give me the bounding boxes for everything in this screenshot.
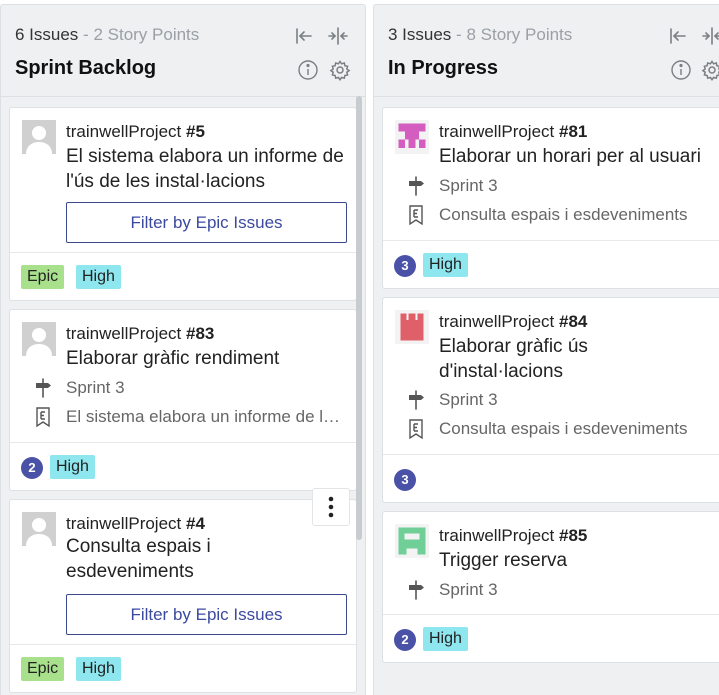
issue-count: 3 Issues <box>388 25 452 44</box>
sprint-label: Sprint 3 <box>66 378 125 397</box>
epic-bookmark-icon <box>32 406 54 428</box>
placeholder-avatar <box>22 512 56 546</box>
story-points-badge: 3 <box>394 469 416 491</box>
info-icon[interactable] <box>670 59 692 81</box>
card-footer: 3 <box>383 454 719 502</box>
placeholder-avatar <box>22 120 56 154</box>
issue-reference[interactable]: trainwellProject #85 <box>439 526 587 546</box>
priority-tag[interactable]: High <box>76 657 121 681</box>
signpost-icon <box>32 377 54 399</box>
issue-card[interactable]: trainwellProject #83 Elaborar gràfic ren… <box>9 309 357 491</box>
story-points-count: 8 Story Points <box>466 25 573 44</box>
epic-bookmark-icon <box>405 204 427 226</box>
identicon-pink <box>395 120 429 154</box>
sprint-row[interactable]: Sprint 3 <box>32 376 352 400</box>
signpost-icon <box>405 175 427 197</box>
epic-row[interactable]: El sistema elabora un informe de l'ús de… <box>32 405 352 429</box>
epic-bookmark-icon <box>405 418 427 440</box>
gear-icon[interactable] <box>701 59 719 81</box>
story-points-badge: 2 <box>21 457 43 479</box>
issue-reference[interactable]: trainwellProject #83 <box>66 324 214 344</box>
issue-title[interactable]: Consulta espais i esdeveniments <box>66 534 266 584</box>
card-footer: Epic High <box>10 644 356 692</box>
sprint-row[interactable]: Sprint 3 <box>405 388 719 412</box>
sprint-label: Sprint 3 <box>439 176 498 195</box>
issue-count: 6 Issues <box>15 25 79 44</box>
issue-number: #4 <box>186 514 205 533</box>
sprint-label: Sprint 3 <box>439 580 498 599</box>
issue-card[interactable]: trainwellProject #5 El sistema elabora u… <box>9 107 357 301</box>
issue-title[interactable]: Elaborar gràfic ús d'instal·lacions <box>439 334 619 384</box>
compress-icon[interactable] <box>701 25 719 47</box>
issue-number: #85 <box>559 526 588 545</box>
priority-tag[interactable]: High <box>50 455 95 479</box>
column-scrollbar[interactable] <box>356 96 362 540</box>
issue-title[interactable]: Elaborar gràfic rendiment <box>66 346 346 371</box>
issue-reference[interactable]: trainwellProject #5 <box>66 122 205 142</box>
issue-number: #5 <box>186 122 205 141</box>
card-footer: Epic High <box>10 252 356 300</box>
epic-label: El sistema elabora un informe de l'ús de… <box>66 407 342 426</box>
epic-tag[interactable]: Epic <box>21 657 65 681</box>
story-points-badge: 3 <box>394 255 416 277</box>
identicon-green <box>395 524 429 558</box>
epic-label: Consulta espais i esdeveniments <box>439 205 688 224</box>
issue-reference[interactable]: trainwellProject #4 <box>66 514 205 534</box>
issue-title[interactable]: Elaborar un horari per al usuari <box>439 144 719 169</box>
collapse-left-icon[interactable] <box>667 25 689 47</box>
signpost-icon <box>405 579 427 601</box>
epic-row[interactable]: Consulta espais i esdeveniments <box>405 417 719 441</box>
issue-card[interactable]: trainwellProject #4 Consulta espais i es… <box>9 499 357 693</box>
sprint-backlog-column: 6 Issues - 2 Story Points Sprint Backlog… <box>0 4 366 695</box>
in-progress-column: 3 Issues - 8 Story Points In Progress tr… <box>373 4 719 695</box>
priority-tag[interactable]: High <box>423 253 468 277</box>
sprint-row[interactable]: Sprint 3 <box>405 578 719 602</box>
info-icon[interactable] <box>297 59 319 81</box>
sprint-row[interactable]: Sprint 3 <box>405 174 719 198</box>
issue-reference[interactable]: trainwellProject #84 <box>439 312 587 332</box>
placeholder-avatar <box>22 322 56 356</box>
column-counts: 6 Issues - 2 Story Points <box>15 25 199 45</box>
count-separator: - <box>83 25 89 44</box>
card-footer: 2 High <box>383 614 719 662</box>
column-header: 3 Issues - 8 Story Points In Progress <box>374 5 719 97</box>
issue-card[interactable]: trainwellProject #85 Trigger reserva Spr… <box>382 511 719 663</box>
compress-icon[interactable] <box>327 25 349 47</box>
column-counts: 3 Issues - 8 Story Points <box>388 25 572 45</box>
issue-reference[interactable]: trainwellProject #81 <box>439 122 587 142</box>
issue-number: #81 <box>559 122 588 141</box>
filter-by-epic-button[interactable]: Filter by Epic Issues <box>66 594 347 635</box>
story-points-count: 2 Story Points <box>93 25 200 44</box>
signpost-icon <box>405 389 427 411</box>
priority-tag[interactable]: High <box>76 265 121 289</box>
issue-title[interactable]: Trigger reserva <box>439 548 719 573</box>
column-title: In Progress <box>388 57 499 79</box>
collapse-left-icon[interactable] <box>293 25 315 47</box>
epic-tag[interactable]: Epic <box>21 265 65 289</box>
gear-icon[interactable] <box>329 59 351 81</box>
issue-number: #84 <box>559 312 588 331</box>
identicon-red <box>395 310 429 344</box>
issue-card[interactable]: trainwellProject #84 Elaborar gràfic ús … <box>382 297 719 503</box>
kebab-menu-icon[interactable] <box>312 488 350 526</box>
filter-by-epic-button[interactable]: Filter by Epic Issues <box>66 202 347 243</box>
epic-row[interactable]: Consulta espais i esdeveniments <box>405 203 719 227</box>
count-separator: - <box>456 25 462 44</box>
column-header: 6 Issues - 2 Story Points Sprint Backlog <box>1 5 365 97</box>
story-points-badge: 2 <box>394 629 416 651</box>
card-footer: 2 High <box>10 442 356 490</box>
issue-number: #83 <box>186 324 215 343</box>
column-title: Sprint Backlog <box>15 57 157 79</box>
sprint-label: Sprint 3 <box>439 390 498 409</box>
card-footer: 3 High <box>383 240 719 288</box>
issue-title[interactable]: El sistema elabora un informe de l'ús de… <box>66 144 346 194</box>
priority-tag[interactable]: High <box>423 627 468 651</box>
epic-label: Consulta espais i esdeveniments <box>439 419 688 438</box>
issue-card[interactable]: trainwellProject #81 Elaborar un horari … <box>382 107 719 289</box>
